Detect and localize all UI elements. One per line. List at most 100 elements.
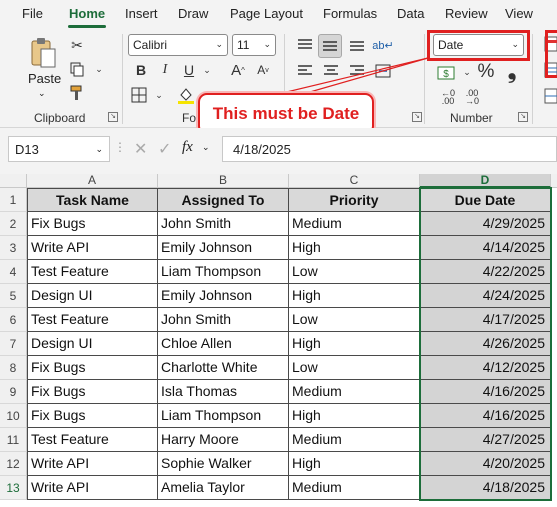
cancel-entry-icon[interactable]: ✕	[134, 139, 147, 159]
tab-home[interactable]: Home	[69, 6, 105, 21]
copy-icon[interactable]	[68, 60, 86, 78]
name-box[interactable]: D13 ⌄	[8, 136, 110, 162]
header-cell-due-date[interactable]: Due Date	[420, 188, 551, 212]
decrease-font-size-icon[interactable]: Av	[254, 61, 272, 79]
tab-formulas[interactable]: Formulas	[323, 6, 377, 21]
align-middle-icon[interactable]	[318, 34, 342, 58]
row-header[interactable]: 7	[0, 332, 27, 356]
cell-due-date[interactable]: 4/16/2025	[420, 380, 551, 404]
column-header-a[interactable]: A	[27, 174, 158, 188]
cell-due-date[interactable]: 4/24/2025	[420, 284, 551, 308]
cell-due-date[interactable]: 4/16/2025	[420, 404, 551, 428]
cell-task-name[interactable]: Write API	[27, 236, 158, 260]
comma-style-icon[interactable]: ❟	[504, 58, 520, 83]
cell-task-name[interactable]: Fix Bugs	[27, 212, 158, 236]
cell-priority[interactable]: Medium	[289, 476, 420, 500]
accounting-format-icon[interactable]: $	[436, 62, 458, 84]
cell-task-name[interactable]: Write API	[27, 452, 158, 476]
cell-priority[interactable]: Low	[289, 356, 420, 380]
cell-due-date[interactable]: 4/27/2025	[420, 428, 551, 452]
format-painter-icon[interactable]	[68, 84, 86, 102]
cell-task-name[interactable]: Test Feature	[27, 428, 158, 452]
tab-insert[interactable]: Insert	[125, 6, 158, 21]
cell-assigned-to[interactable]: Liam Thompson	[158, 260, 289, 284]
cell-assigned-to[interactable]: Isla Thomas	[158, 380, 289, 404]
merge-center-icon[interactable]	[372, 60, 394, 82]
cell-priority[interactable]: High	[289, 284, 420, 308]
cell-due-date[interactable]: 4/17/2025	[420, 308, 551, 332]
row-header[interactable]: 1	[0, 188, 27, 212]
align-right-icon[interactable]	[346, 60, 368, 82]
cell-assigned-to[interactable]: Charlotte White	[158, 356, 289, 380]
cell-assigned-to[interactable]: Sophie Walker	[158, 452, 289, 476]
row-header[interactable]: 6	[0, 308, 27, 332]
column-header-b[interactable]: B	[158, 174, 289, 188]
header-cell-priority[interactable]: Priority	[289, 188, 420, 212]
underline-icon[interactable]: U	[180, 61, 198, 79]
italic-icon[interactable]: I	[156, 61, 174, 79]
tab-page-layout[interactable]: Page Layout	[230, 6, 303, 21]
cell-styles-icon[interactable]	[543, 86, 557, 106]
row-header[interactable]: 10	[0, 404, 27, 428]
cell-due-date[interactable]: 4/22/2025	[420, 260, 551, 284]
cell-task-name[interactable]: Fix Bugs	[27, 380, 158, 404]
select-all-corner[interactable]	[0, 174, 27, 188]
cell-due-date[interactable]: 4/14/2025	[420, 236, 551, 260]
cell-assigned-to[interactable]: Emily Johnson	[158, 236, 289, 260]
align-bottom-icon[interactable]	[346, 34, 368, 56]
row-header[interactable]: 9	[0, 380, 27, 404]
cell-task-name[interactable]: Fix Bugs	[27, 404, 158, 428]
row-header[interactable]: 3	[0, 236, 27, 260]
font-size-select[interactable]: 11 ⌄	[232, 34, 276, 56]
cell-assigned-to[interactable]: Harry Moore	[158, 428, 289, 452]
bold-icon[interactable]: B	[132, 61, 150, 79]
cell-priority[interactable]: High	[289, 332, 420, 356]
underline-dropdown-chevron[interactable]: ⌄	[200, 61, 214, 79]
cell-task-name[interactable]: Design UI	[27, 332, 158, 356]
cell-due-date[interactable]: 4/20/2025	[420, 452, 551, 476]
cell-priority[interactable]: High	[289, 236, 420, 260]
fill-color-icon[interactable]	[176, 85, 196, 105]
wrap-text-icon[interactable]: ab↵	[372, 34, 394, 56]
align-left-icon[interactable]	[294, 60, 316, 82]
column-header-c[interactable]: C	[289, 174, 420, 188]
tab-file[interactable]: File	[22, 6, 43, 21]
cell-due-date[interactable]: 4/26/2025	[420, 332, 551, 356]
paste-icon[interactable]	[26, 36, 60, 70]
alignment-launcher-icon[interactable]: ↘	[412, 112, 422, 122]
row-header[interactable]: 11	[0, 428, 27, 452]
font-name-select[interactable]: Calibri ⌄	[128, 34, 228, 56]
cell-task-name[interactable]: Test Feature	[27, 308, 158, 332]
cut-icon[interactable]: ✂	[68, 36, 86, 54]
cell-assigned-to[interactable]: Emily Johnson	[158, 284, 289, 308]
cell-priority[interactable]: Medium	[289, 380, 420, 404]
tab-data[interactable]: Data	[397, 6, 424, 21]
row-header[interactable]: 5	[0, 284, 27, 308]
confirm-entry-icon[interactable]: ✓	[158, 139, 171, 159]
row-header[interactable]: 2	[0, 212, 27, 236]
header-cell-task-name[interactable]: Task Name	[27, 188, 158, 212]
tab-view[interactable]: View	[505, 6, 533, 21]
cell-task-name[interactable]: Fix Bugs	[27, 356, 158, 380]
paste-dropdown-chevron[interactable]: ⌄	[38, 88, 46, 99]
cell-assigned-to[interactable]: Amelia Taylor	[158, 476, 289, 500]
cell-task-name[interactable]: Write API	[27, 476, 158, 500]
cell-priority[interactable]: Medium	[289, 212, 420, 236]
header-cell-assigned-to[interactable]: Assigned To	[158, 188, 289, 212]
cell-due-date[interactable]: 4/12/2025	[420, 356, 551, 380]
paste-button-label[interactable]: Paste	[28, 71, 61, 86]
row-header[interactable]: 13	[0, 476, 27, 500]
cell-task-name[interactable]: Test Feature	[27, 260, 158, 284]
borders-dropdown-chevron[interactable]: ⌄	[152, 87, 166, 103]
formula-input[interactable]: 4/18/2025	[222, 136, 557, 162]
clipboard-launcher-icon[interactable]: ↘	[108, 112, 118, 122]
decrease-decimal-icon[interactable]: .00 →0	[462, 88, 482, 106]
cell-priority[interactable]: Medium	[289, 428, 420, 452]
tab-draw[interactable]: Draw	[178, 6, 208, 21]
borders-icon[interactable]	[130, 86, 148, 104]
number-launcher-icon[interactable]: ↘	[518, 112, 528, 122]
increase-font-size-icon[interactable]: A ^	[228, 60, 248, 80]
cell-priority[interactable]: High	[289, 404, 420, 428]
column-header-e[interactable]	[551, 174, 557, 188]
percent-style-icon[interactable]: %	[476, 61, 496, 83]
